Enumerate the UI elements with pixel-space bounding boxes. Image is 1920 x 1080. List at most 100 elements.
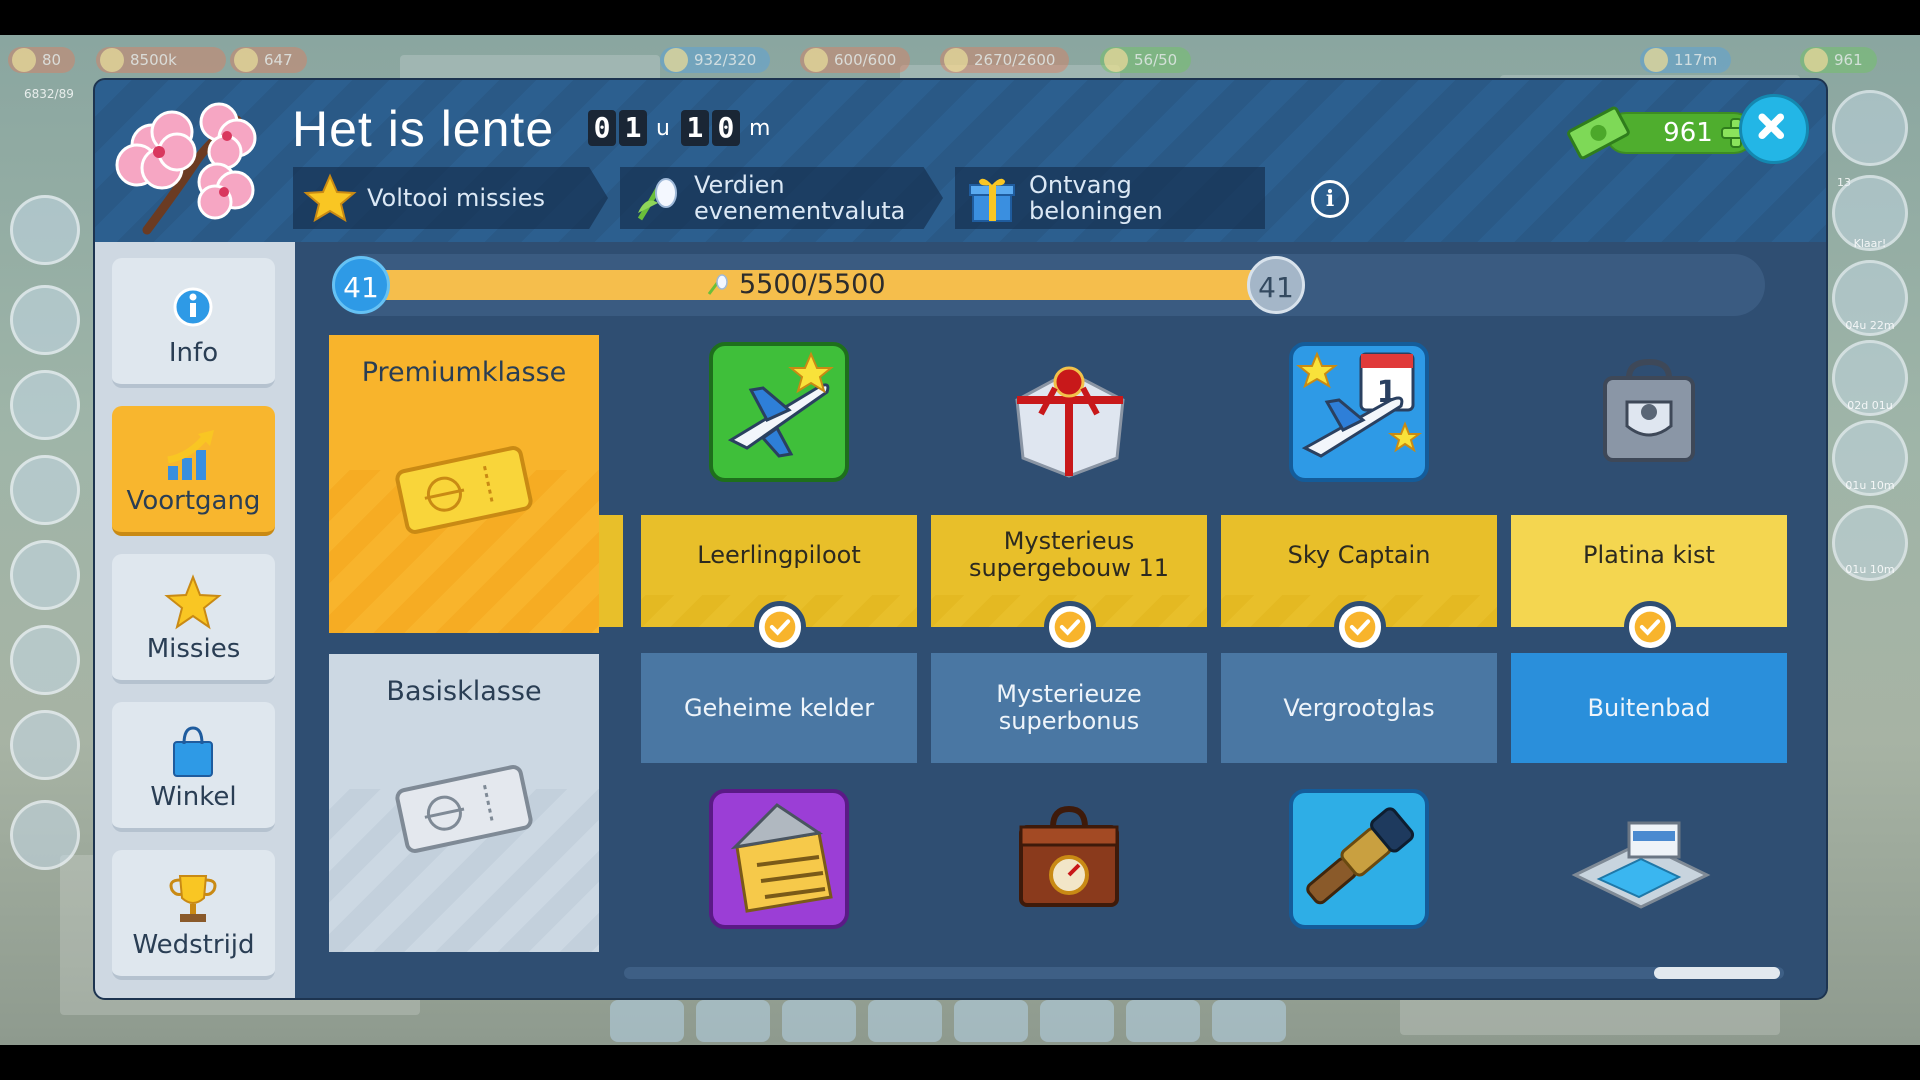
telescope-icon <box>1289 789 1429 929</box>
nav-item-progress[interactable]: Voortgang <box>112 406 275 536</box>
timer-digit: 1 <box>680 110 709 146</box>
close-button[interactable] <box>1739 94 1809 164</box>
premium-reward-name: Platina kist <box>1511 515 1787 595</box>
horizontal-scrollbar[interactable] <box>624 967 1784 979</box>
bottom-tool-8[interactable] <box>1212 1000 1286 1042</box>
star-icon <box>164 574 222 630</box>
gold-ticket-icon <box>395 446 533 534</box>
nav-item-missions[interactable]: Missies <box>112 554 275 684</box>
progress-content: 41 41 5500/5500 Premiumklasse Basisklass… <box>295 242 1826 998</box>
progress-arrow-icon <box>167 430 214 480</box>
side-button-3[interactable] <box>10 370 80 440</box>
shopping-bag-icon <box>173 726 213 777</box>
nav-label: Voortgang <box>126 486 261 516</box>
passenger-icon <box>664 48 688 72</box>
star-icon <box>234 48 258 72</box>
claimed-check-icon <box>754 601 806 653</box>
timer-digit: 0 <box>711 110 740 146</box>
bottom-tool-1[interactable] <box>610 1000 684 1042</box>
cash-value: 961 <box>1663 118 1713 148</box>
tab-receive-rewards[interactable]: Ontvang beloningen <box>955 167 1265 229</box>
bottom-toolbar <box>610 1000 1310 1042</box>
claimed-check-icon <box>1624 601 1676 653</box>
game-screen: 80 8500k 647 932/320 600/600 2670/2600 5… <box>0 0 1920 1080</box>
side-button-1[interactable] <box>10 195 80 265</box>
tab-label: Verdien evenementvaluta <box>694 171 906 225</box>
nav-item-shop[interactable]: Winkel <box>112 702 275 832</box>
platinum-chest-icon <box>1603 358 1695 462</box>
basic-reward-name: Vergrootglas <box>1221 653 1497 763</box>
cash-display: 961 <box>1565 104 1755 160</box>
mystery-chest-icon <box>1019 805 1119 907</box>
right-label-5: 01u 10m <box>1845 479 1895 492</box>
premium-tier-card: Premiumklasse <box>329 335 599 633</box>
right-label-3: 04u 22m <box>1845 319 1895 332</box>
side-button-4[interactable] <box>10 455 80 525</box>
staff-icon <box>1104 48 1128 72</box>
current-level-badge: 41 <box>332 256 390 314</box>
nav-label: Info <box>168 338 219 368</box>
reward-column[interactable]: 1 Sky Captain Vergrootglas <box>1221 335 1497 985</box>
tab-label: Ontvang beloningen <box>1029 171 1163 225</box>
tab-complete-missions[interactable]: Voltooi missies <box>293 167 608 229</box>
bottom-tool-4[interactable] <box>868 1000 942 1042</box>
fuel-counter[interactable]: 2670/2600 <box>940 47 1070 73</box>
coin-icon <box>100 48 124 72</box>
coins-counter[interactable]: 8500k <box>96 47 226 73</box>
gold-counter[interactable]: 117m <box>1640 47 1732 73</box>
right-label-4: 02d 01u <box>1847 399 1893 412</box>
reward-columns: Leerlingpiloot Geheime kelder Mysterieus… <box>641 335 1821 985</box>
level-indicator[interactable]: 80 <box>8 47 76 73</box>
cash-icon <box>1804 48 1828 72</box>
progress-value: 5500/5500 <box>739 269 886 300</box>
snowdrop-icon <box>707 274 728 295</box>
population-counter: 6832/89 <box>24 87 74 101</box>
cherry-blossom-icon <box>115 102 257 235</box>
progress-text: 5500/5500 <box>705 270 886 300</box>
right-button-1[interactable] <box>1832 90 1908 166</box>
claimed-check-icon <box>1334 601 1386 653</box>
event-title: Het is lente <box>292 101 555 157</box>
timer-digit: 0 <box>588 110 616 146</box>
side-button-5[interactable] <box>10 540 80 610</box>
scrollbar-thumb[interactable] <box>1654 967 1780 979</box>
reward-column[interactable]: Leerlingpiloot Geheime kelder <box>641 335 917 985</box>
side-button-8[interactable] <box>10 800 80 870</box>
cargo-counter[interactable]: 600/600 <box>800 47 911 73</box>
side-button-2[interactable] <box>10 285 80 355</box>
reward-column[interactable]: Mysterieus supergebouw 11 Mysterieuze su… <box>931 335 1207 985</box>
tab-earn-currency[interactable]: Verdien evenementvaluta <box>620 167 943 229</box>
side-button-6[interactable] <box>10 625 80 695</box>
side-button-7[interactable] <box>10 710 80 780</box>
cargo-icon <box>804 48 828 72</box>
event-timer: 0 1 u 1 0 m <box>588 110 778 146</box>
bottom-tool-6[interactable] <box>1040 1000 1114 1042</box>
nav-item-contest[interactable]: Wedstrijd <box>112 850 275 980</box>
stars-counter[interactable]: 647 <box>230 47 307 73</box>
right-label-6: 01u 10m <box>1845 563 1895 576</box>
silver-ticket-icon <box>395 765 533 853</box>
basic-tier-title: Basisklasse <box>386 676 542 707</box>
bottom-tool-5[interactable] <box>954 1000 1028 1042</box>
gold-coin-icon <box>1644 48 1668 72</box>
premium-reward-name: Sky Captain <box>1221 515 1497 595</box>
nav-item-info[interactable]: Info <box>112 258 275 388</box>
secret-cellar-icon <box>709 789 849 929</box>
reward-column[interactable]: Platina kist Buitenbad <box>1511 335 1787 985</box>
bottom-tool-2[interactable] <box>696 1000 770 1042</box>
info-icon <box>173 287 213 327</box>
bottom-tool-7[interactable] <box>1126 1000 1200 1042</box>
gift-icon <box>969 178 1015 222</box>
staff-counter[interactable]: 56/50 <box>1100 47 1192 73</box>
cash-counter[interactable]: 961 <box>1800 47 1877 73</box>
bottom-tool-3[interactable] <box>782 1000 856 1042</box>
passengers-counter[interactable]: 932/320 <box>660 47 771 73</box>
side-navigation: Info Voortgang Missies Winkel Wedstrijd <box>95 242 295 998</box>
basic-reward-name: Mysterieuze superbonus <box>931 653 1207 763</box>
event-info-button[interactable]: i <box>1311 180 1349 218</box>
close-icon <box>1758 113 1785 140</box>
fuel-icon <box>944 48 968 72</box>
claimed-check-icon <box>1044 601 1096 653</box>
event-dialog: Het is lente 0 1 u 1 0 m 961 Voltooi mis… <box>93 78 1828 1000</box>
previous-reward-edge <box>599 515 623 627</box>
